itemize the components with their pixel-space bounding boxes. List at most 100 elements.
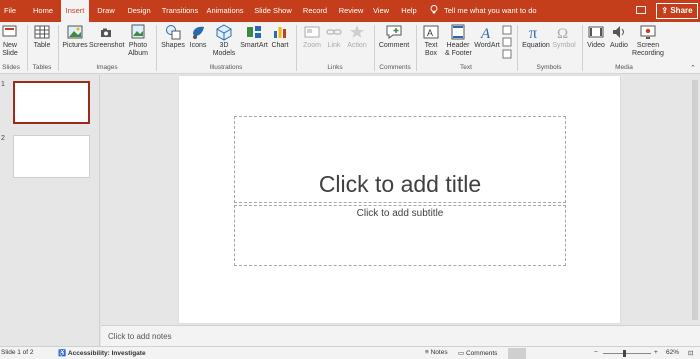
wordart-button[interactable]: A WordArt (473, 23, 501, 50)
video-label: Video (587, 42, 605, 49)
comments-toggle-label: Comments (465, 350, 498, 357)
slideshow-view-button[interactable] (576, 348, 594, 359)
status-bar: Slide 1 of 2 ♿ Accessibility: Investigat… (0, 346, 700, 359)
icons-button[interactable]: Icons (187, 23, 209, 50)
smartart-icon (247, 26, 261, 38)
slide-sorter-view-button[interactable] (533, 348, 551, 359)
group-label-images: Images (96, 64, 118, 71)
video-icon (588, 26, 604, 38)
cube-icon (216, 24, 232, 41)
pi-icon: π (529, 25, 537, 41)
screen-recording-button[interactable]: Screen Recording (631, 23, 665, 58)
chart-label: Chart (271, 42, 289, 49)
title-placeholder[interactable]: Click to add title (234, 116, 566, 203)
video-button[interactable]: Video (586, 23, 606, 50)
text-box-icon: A (423, 25, 439, 39)
accessibility-status[interactable]: ♿ Accessibility: Investigate (58, 349, 146, 357)
zoom-out-button[interactable]: − (594, 349, 598, 356)
text-box-label: Text Box (424, 42, 438, 57)
normal-view-button[interactable] (508, 348, 526, 359)
zoom-in-button[interactable]: + (654, 349, 658, 356)
link-icon (326, 29, 342, 35)
tab-record[interactable]: Record (300, 0, 330, 22)
text-small-icons[interactable] (502, 24, 512, 64)
tab-review[interactable]: Review (336, 0, 366, 22)
tell-me-box[interactable]: Tell me what you want to do (430, 0, 537, 22)
new-slide-button[interactable]: New Slide (1, 23, 19, 58)
audio-label: Audio (610, 42, 628, 49)
action-button[interactable]: Action (346, 23, 368, 50)
audio-button[interactable]: Audio (609, 23, 629, 50)
fit-slide-icon[interactable]: ⊡ (688, 349, 693, 357)
zoom-button[interactable]: Zoom (301, 23, 323, 50)
comment-button[interactable]: Comment (378, 23, 410, 50)
accessibility-icon: ♿ (58, 350, 68, 357)
screen-recording-label: Screen Recording (632, 42, 664, 57)
new-slide-icon (2, 25, 17, 37)
tab-file[interactable]: File (0, 0, 20, 22)
tab-transitions[interactable]: Transitions (160, 0, 200, 22)
pictures-label: Pictures (62, 42, 88, 49)
header-footer-button[interactable]: Header & Footer (445, 23, 472, 58)
vertical-scrollbar[interactable] (690, 76, 700, 326)
table-label: Table (33, 42, 51, 49)
smartart-button[interactable]: SmartArt (239, 23, 269, 50)
slide-thumbnail-1[interactable] (13, 81, 90, 124)
photo-album-button[interactable]: Photo Album (125, 23, 151, 58)
title-placeholder-text: Click to add title (318, 171, 482, 197)
tab-view[interactable]: View (371, 0, 391, 22)
comments-pane-icon[interactable] (636, 0, 646, 22)
group-label-symbols: Symbols (536, 64, 562, 71)
comments-toggle[interactable]: ▭ Comments (458, 349, 497, 357)
header-footer-icon (451, 24, 465, 40)
screenshot-button[interactable]: Screenshot (89, 23, 125, 50)
zoom-level[interactable]: 62% (666, 349, 679, 356)
equation-button[interactable]: π Equation (521, 23, 551, 50)
symbol-button[interactable]: Ω Symbol (552, 23, 576, 50)
shapes-button[interactable]: Shapes (161, 23, 185, 50)
collapse-ribbon-icon[interactable]: ⌃ (690, 64, 696, 72)
pictures-button[interactable]: Pictures (62, 23, 88, 50)
subtitle-placeholder[interactable]: Click to add subtitle (234, 205, 566, 266)
link-label: Link (327, 42, 341, 49)
zoom-slider-handle[interactable] (623, 350, 626, 357)
powerpoint-window: File Home Insert Draw Design Transitions… (0, 0, 700, 359)
tab-insert[interactable]: Insert (61, 0, 89, 22)
group-label-tables: Tables (32, 64, 52, 71)
pictures-icon (67, 25, 83, 39)
ribbon-insert: New Slide Slides Table Tables Pictures S… (0, 22, 700, 74)
zoom-slider[interactable] (603, 353, 651, 354)
chart-icon (274, 27, 286, 38)
share-label: Share (670, 6, 693, 15)
shapes-label: Shapes (161, 42, 185, 49)
screenshot-label: Screenshot (89, 42, 125, 49)
tab-design[interactable]: Design (124, 0, 154, 22)
group-label-illustrations: Illustrations (209, 64, 243, 71)
table-button[interactable]: Table (31, 23, 53, 50)
link-button[interactable]: Link (325, 23, 343, 50)
star-icon (350, 25, 364, 38)
zoom-icon (304, 26, 320, 38)
reading-view-button[interactable] (555, 348, 573, 359)
wordart-icon: A (480, 26, 491, 41)
tab-help[interactable]: Help (398, 0, 420, 22)
accessibility-label: Accessibility: Investigate (67, 350, 146, 357)
symbol-label: Symbol (552, 42, 576, 49)
slide-thumbnail-2[interactable] (13, 135, 90, 178)
svg-text:A: A (427, 28, 433, 38)
notes-pane[interactable]: Click to add notes (101, 325, 700, 346)
chart-button[interactable]: Chart (270, 23, 290, 50)
text-box-button[interactable]: A Text Box (421, 23, 441, 58)
screen-recording-icon (640, 25, 656, 39)
thumbnail-number: 1 (1, 81, 5, 88)
tab-draw[interactable]: Draw (93, 0, 119, 22)
tab-home[interactable]: Home (28, 0, 58, 22)
lightbulb-icon (430, 5, 438, 14)
3d-models-button[interactable]: 3D Models (211, 23, 237, 58)
slide-count: Slide 1 of 2 (1, 349, 34, 356)
share-button[interactable]: ⇪ Share (656, 3, 698, 19)
tab-animations[interactable]: Animations (205, 0, 245, 22)
notes-toggle[interactable]: ≡ Notes (425, 349, 448, 356)
group-label-text: Text (460, 64, 472, 71)
tab-slide-show[interactable]: Slide Show (254, 0, 292, 22)
